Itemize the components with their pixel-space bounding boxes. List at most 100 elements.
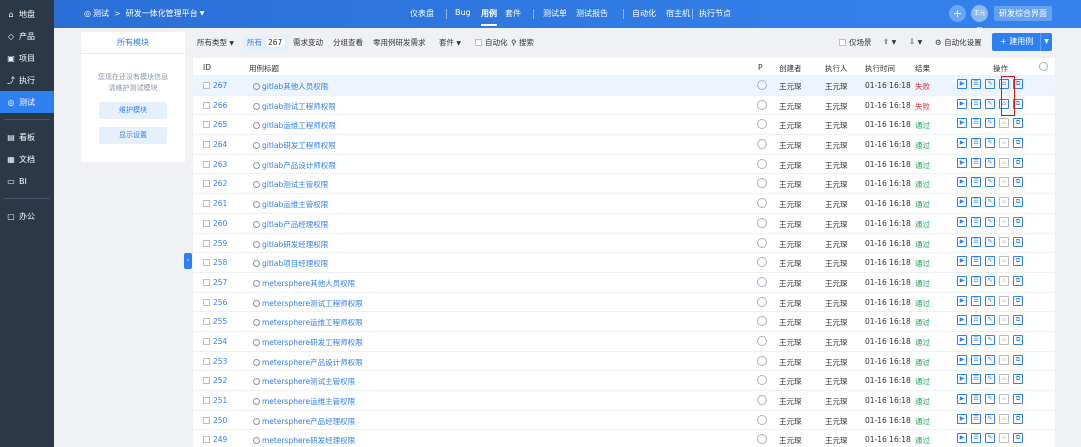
- case-id[interactable]: 267: [213, 81, 227, 90]
- results-icon[interactable]: ☰: [971, 216, 981, 227]
- nav-item-1-nav.items2[interactable]: ▦ 文档: [0, 148, 54, 170]
- case-id[interactable]: 265: [213, 120, 227, 129]
- copy-icon[interactable]: ⧉: [1013, 256, 1023, 267]
- case-title[interactable]: gitlab运维工程师权限: [253, 120, 336, 131]
- edit-icon[interactable]: ✎: [985, 138, 995, 149]
- row-checkbox[interactable]: [203, 239, 210, 247]
- avatar[interactable]: 王元琛: [971, 5, 988, 34]
- automation-icon[interactable]: ⌂: [999, 354, 1009, 365]
- case-title[interactable]: metersphere其他人员权限: [253, 278, 355, 289]
- case-title[interactable]: gitlab其他人员权限: [253, 81, 328, 92]
- case-id[interactable]: 254: [213, 337, 227, 346]
- edit-icon[interactable]: ✎: [985, 374, 995, 385]
- run-icon[interactable]: ▶: [957, 216, 967, 227]
- case-id[interactable]: 251: [213, 396, 227, 405]
- table-row[interactable]: 262 gitlab测试主管权限 王元琛 王元琛 01-16 16:18 通过 ▶ ☰ ✎ ⌂ ⧉: [193, 174, 1055, 195]
- tab-group-view[interactable]: 分组查看: [333, 37, 363, 48]
- top-menu-item[interactable]: 用例: [481, 8, 497, 26]
- case-title[interactable]: metersphere测试主管权限: [253, 376, 355, 387]
- row-checkbox[interactable]: [203, 357, 210, 365]
- col-executor[interactable]: 执行人: [825, 63, 848, 74]
- case-title[interactable]: metersphere运维主管权限: [253, 396, 355, 407]
- case-id[interactable]: 252: [213, 376, 227, 385]
- row-checkbox[interactable]: [203, 101, 210, 109]
- case-id[interactable]: 259: [213, 239, 227, 248]
- copy-icon[interactable]: ⧉: [1013, 118, 1023, 129]
- col-title[interactable]: 用例标题: [249, 63, 279, 74]
- results-icon[interactable]: ☰: [971, 354, 981, 365]
- edit-icon[interactable]: ✎: [985, 413, 995, 424]
- tab-need-change[interactable]: 需求变动: [293, 37, 323, 48]
- table-row[interactable]: 267 gitlab其他人员权限 王元琛 王元琛 01-16 16:18 失败 ▶ ☰ ✎ ⌂ ⧉: [193, 76, 1055, 96]
- nav-item-0-nav.items2[interactable]: ▤ 看板: [0, 126, 54, 148]
- nav-item-0-nav.items[interactable]: ⌂ 地盘: [0, 3, 54, 25]
- case-id[interactable]: 258: [213, 258, 227, 267]
- case-id[interactable]: 264: [213, 140, 227, 149]
- edit-icon[interactable]: ✎: [985, 177, 995, 188]
- results-icon[interactable]: ☰: [971, 177, 981, 188]
- edit-icon[interactable]: ✎: [985, 236, 995, 247]
- edit-icon[interactable]: ✎: [985, 394, 995, 404]
- table-row[interactable]: 266 gitlab测试工程师权限 王元琛 王元琛 01-16 16:18 失败 ▶ ☰ ✎ ⌂ ⧉: [193, 96, 1055, 116]
- module-panel-title[interactable]: 所有模块: [81, 32, 185, 54]
- copy-icon[interactable]: ⧉: [1013, 295, 1023, 306]
- chevron-down-icon[interactable]: ▼: [200, 10, 205, 17]
- chevron-down-icon[interactable]: ▼: [1040, 33, 1052, 51]
- results-icon[interactable]: ☰: [971, 315, 981, 326]
- edit-icon[interactable]: ✎: [985, 157, 995, 168]
- table-row[interactable]: 264 gitlab研发工程师权限 王元琛 王元琛 01-16 16:18 通过 ▶ ☰ ✎ ⌂ ⧉: [193, 135, 1055, 155]
- copy-icon[interactable]: ⧉: [1013, 354, 1023, 365]
- case-id[interactable]: 250: [213, 416, 227, 425]
- edit-icon[interactable]: ✎: [985, 98, 995, 109]
- results-icon[interactable]: ☰: [971, 374, 981, 385]
- results-icon[interactable]: ☰: [971, 157, 981, 168]
- results-icon[interactable]: ☰: [971, 413, 981, 424]
- table-row[interactable]: 253 metersphere产品设计师权限 王元琛 王元琛 01-16 16:18 通过…: [193, 352, 1055, 372]
- case-title[interactable]: metersphere研发经理权限: [253, 435, 355, 446]
- results-icon[interactable]: ☰: [971, 433, 981, 444]
- table-row[interactable]: 263 gitlab产品设计师权限 王元琛 王元琛 01-16 16:18 通过 ▶ ☰ ✎ ⌂ ⧉: [193, 155, 1055, 175]
- case-id[interactable]: 257: [213, 278, 227, 287]
- case-title[interactable]: gitlab产品设计师权限: [253, 160, 336, 171]
- edit-icon[interactable]: ✎: [985, 334, 995, 345]
- copy-icon[interactable]: ⧉: [1013, 413, 1023, 424]
- import-icon[interactable]: ⇩ ▼: [909, 37, 922, 46]
- copy-icon[interactable]: ⧉: [1013, 315, 1023, 326]
- results-icon[interactable]: ☰: [971, 118, 981, 129]
- top-menu-item[interactable]: 测试报告: [576, 8, 608, 19]
- case-id[interactable]: 262: [213, 179, 227, 188]
- run-icon[interactable]: ▶: [957, 374, 967, 385]
- row-checkbox[interactable]: [203, 436, 210, 444]
- automation-settings-button[interactable]: ⚙ 自动化设置: [935, 37, 982, 48]
- tab-all[interactable]: 所有 267: [243, 35, 290, 50]
- row-checkbox[interactable]: [203, 160, 210, 168]
- row-checkbox[interactable]: [203, 180, 210, 188]
- run-icon[interactable]: ▶: [957, 394, 967, 404]
- run-icon[interactable]: ▶: [957, 157, 967, 168]
- table-row[interactable]: 258 gitlab项目经理权限 王元琛 王元琛 01-16 16:18 通过 ▶ ☰ ✎ ⌂ ⧉: [193, 253, 1055, 273]
- run-icon[interactable]: ▶: [957, 315, 967, 326]
- breadcrumb-current[interactable]: 研发一体化管理平台: [126, 8, 198, 19]
- row-checkbox[interactable]: [203, 259, 210, 267]
- row-checkbox[interactable]: [203, 200, 210, 208]
- copy-icon[interactable]: ⧉: [1013, 433, 1023, 444]
- case-title[interactable]: gitlab研发经理权限: [253, 239, 328, 250]
- edit-icon[interactable]: ✎: [985, 256, 995, 267]
- top-menu-item[interactable]: 自动化: [632, 8, 656, 19]
- automation-icon[interactable]: ⌂: [999, 256, 1009, 267]
- hq-interface-button[interactable]: 研发综合界面: [994, 6, 1052, 21]
- automation-icon[interactable]: ⌂: [999, 334, 1009, 345]
- edit-icon[interactable]: ✎: [985, 118, 995, 129]
- run-icon[interactable]: ▶: [957, 177, 967, 188]
- row-checkbox[interactable]: [203, 318, 210, 326]
- run-icon[interactable]: ▶: [957, 197, 967, 208]
- top-menu-item[interactable]: 套件: [505, 8, 521, 19]
- results-icon[interactable]: ☰: [971, 275, 981, 286]
- run-icon[interactable]: ▶: [957, 413, 967, 424]
- run-icon[interactable]: ▶: [957, 334, 967, 345]
- automation-icon[interactable]: ⌂: [999, 413, 1009, 424]
- search-button[interactable]: ⚲ 搜索: [511, 37, 534, 48]
- results-icon[interactable]: ☰: [971, 197, 981, 208]
- case-id[interactable]: 266: [213, 101, 227, 110]
- automation-checkbox[interactable]: 自动化: [475, 37, 508, 48]
